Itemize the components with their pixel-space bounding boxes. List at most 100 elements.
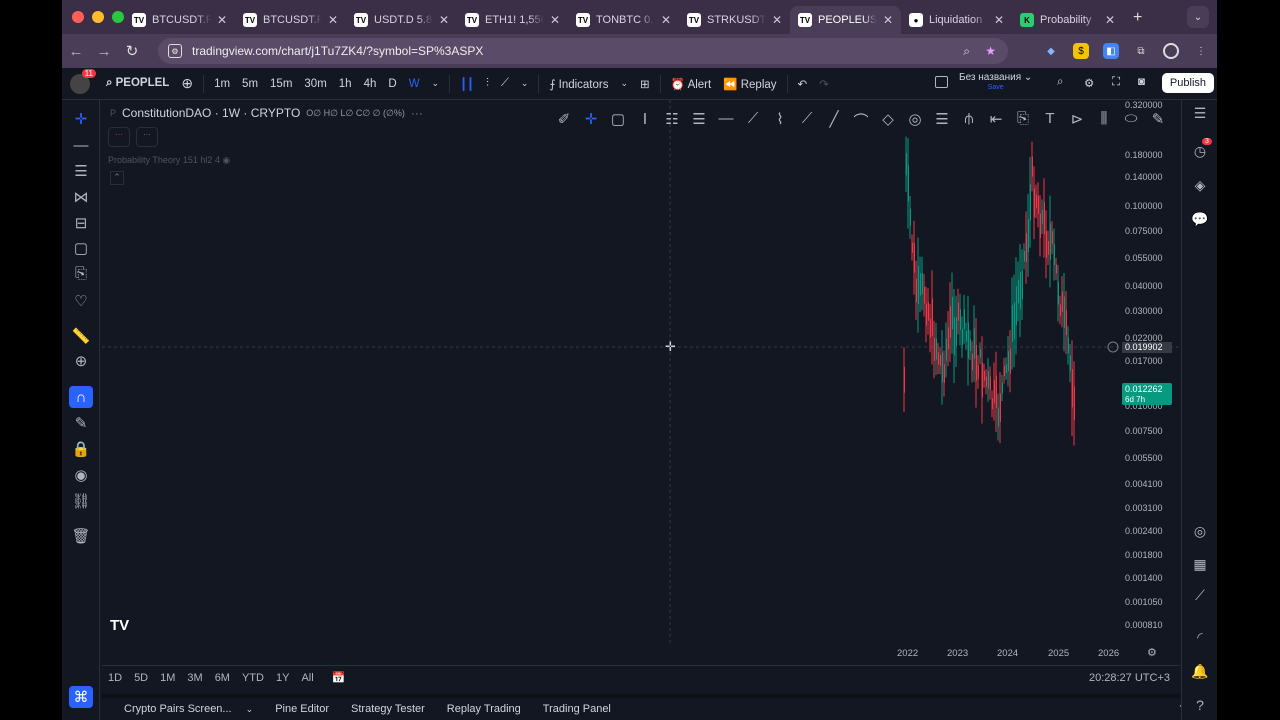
profile-icon[interactable] [1163, 43, 1179, 59]
tab-crypto-pairs-screener[interactable]: Crypto Pairs Screen... ⌄ [102, 703, 264, 715]
replay-button[interactable]: ⏪ Replay [717, 77, 782, 91]
tab-search-chevron-icon[interactable]: ⌄ [1187, 6, 1209, 28]
symbol-search[interactable]: ⌕ PEOPLEL [100, 77, 175, 90]
favorite-heart-icon[interactable]: ♡ [69, 290, 93, 312]
interval-d[interactable]: D [382, 78, 402, 90]
close-tab-icon[interactable]: ✕ [772, 13, 782, 27]
signal-icon[interactable]: ◜ [1189, 626, 1211, 648]
back-arrow-icon[interactable]: ← [62, 43, 90, 60]
range-ytd[interactable]: YTD [236, 672, 270, 684]
interval-chevron-icon[interactable]: ⌄ [426, 78, 446, 89]
text-icon[interactable]: T [1038, 110, 1062, 136]
time-axis[interactable]: 2022 2023 2024 2025 2026 ⚙ [102, 645, 1182, 661]
browser-tab[interactable]: TV BTCUSDT.P ✕ [124, 6, 235, 34]
series-legend[interactable]: P ConstitutionDAO · 1W · CRYPTO O∅ H∅ L∅… [110, 106, 423, 120]
projection-icon[interactable]: ⇤ [984, 110, 1008, 136]
rectangle-icon[interactable]: ▢ [606, 110, 630, 136]
alert-button[interactable]: ⏰ Alert [665, 77, 718, 91]
collapse-legend-chevron-icon[interactable]: ⌃ [110, 171, 124, 185]
browser-tab[interactable]: TV ETH1! 1,556 ✕ [457, 6, 568, 34]
close-tab-icon[interactable]: ✕ [217, 13, 227, 27]
publish-button[interactable]: Publish [1161, 73, 1214, 93]
fib-levels-icon[interactable]: ☰ [687, 110, 711, 136]
range-1m[interactable]: 1M [154, 672, 181, 684]
url-text[interactable]: tradingview.com/chart/j1Tu7ZK4/?symbol=S… [192, 44, 483, 58]
interval-15m[interactable]: 15m [264, 78, 298, 90]
reload-icon[interactable]: ↻ [118, 42, 146, 60]
undo-icon[interactable]: ↶ [792, 77, 814, 91]
zoom-in-icon[interactable]: ⊕ [69, 350, 93, 372]
url-bar[interactable]: ⚙ tradingview.com/chart/j1Tu7ZK4/?symbol… [158, 38, 1008, 64]
fullscreen-icon[interactable]: ⛶ [1112, 76, 1120, 89]
zoom-window-button[interactable] [112, 11, 124, 23]
tab-pine-editor[interactable]: Pine Editor [264, 703, 340, 715]
trend-line-icon[interactable]: ― [69, 134, 93, 156]
watchlist-icon[interactable]: ☰ [1189, 102, 1211, 124]
trash-icon[interactable]: 🗑 [69, 525, 93, 547]
target-icon[interactable]: ◎ [1189, 520, 1211, 542]
range-6m[interactable]: 6M [209, 672, 236, 684]
chevron-down-icon[interactable]: ⌄ [246, 704, 254, 714]
arc-icon[interactable]: ⌒ [849, 110, 873, 136]
range-5d[interactable]: 5D [128, 672, 154, 684]
pine-chart-icon[interactable]: ⟋ [1189, 584, 1211, 606]
new-tab-button[interactable]: + [1123, 9, 1152, 27]
object-tree-icon[interactable]: ⌘ [69, 686, 93, 708]
redo-icon[interactable]: ↷ [813, 77, 835, 91]
pattern-icon[interactable]: ⋈ [69, 186, 93, 208]
extensions-puzzle-icon[interactable]: ⧉ [1133, 43, 1149, 59]
browser-tab-active[interactable]: TVPEOPLEUSDT✕ [790, 6, 901, 34]
range-1d[interactable]: 1D [102, 672, 128, 684]
link-icon[interactable]: ⛓ [69, 490, 93, 512]
ruler-icon[interactable]: 📏 [69, 325, 93, 347]
ray-icon[interactable]: ⟋ [741, 110, 765, 136]
fib-channel-icon[interactable]: ☷ [660, 110, 684, 136]
close-tab-icon[interactable]: ✕ [883, 13, 893, 27]
more-dots-icon[interactable]: ··· [411, 106, 423, 120]
interval-1m[interactable]: 1m [208, 78, 236, 90]
close-tab-icon[interactable]: ✕ [328, 13, 338, 27]
ellipse-icon[interactable]: ⬭ [1119, 110, 1143, 136]
lock-icon[interactable]: 🔒 [69, 438, 93, 460]
arrow-icon[interactable]: ⊳ [1065, 110, 1089, 136]
help-icon[interactable]: ? [1189, 694, 1211, 716]
brush-icon[interactable]: ✐ [552, 110, 576, 136]
close-tab-icon[interactable]: ✕ [661, 13, 671, 27]
candles-icon[interactable]: ┃┃ [454, 77, 480, 91]
chart-type-chevron-icon[interactable]: ⌄ [515, 78, 535, 89]
tab-trading-panel[interactable]: Trading Panel [532, 703, 622, 715]
range-3m[interactable]: 3M [181, 672, 208, 684]
pitchfork-icon[interactable]: ⫛ [957, 110, 981, 136]
close-tab-icon[interactable]: ✕ [550, 13, 560, 27]
close-tab-icon[interactable]: ✕ [1105, 13, 1115, 27]
buy-button[interactable]: … [136, 127, 158, 147]
extension-icon[interactable]: $ [1073, 43, 1089, 59]
stay-drawing-pencil-icon[interactable]: ✎ [69, 412, 93, 434]
templates-grid-icon[interactable]: ⊞ [634, 77, 656, 91]
text-cursor-icon[interactable]: Ⅰ [633, 110, 657, 136]
tab-strategy-tester[interactable]: Strategy Tester [340, 703, 436, 715]
sell-button[interactable]: … [108, 127, 130, 147]
extension-icon[interactable]: ◧ [1103, 43, 1119, 59]
interval-1h[interactable]: 1h [333, 78, 358, 90]
scale-settings-gear-icon[interactable]: ⚙ [1147, 646, 1157, 659]
polyline-icon[interactable]: ⌇ [768, 110, 792, 136]
layout-icon[interactable] [935, 76, 948, 88]
series-title[interactable]: ConstitutionDAO · 1W · CRYPTO [122, 106, 300, 120]
notifications-bell-icon[interactable]: 🔔 [1189, 660, 1211, 682]
range-all[interactable]: All [295, 672, 319, 684]
minimize-window-button[interactable] [92, 11, 104, 23]
annotation-icon[interactable]: ⎘ [69, 262, 93, 284]
crosshair-cursor-icon[interactable]: ✛ [69, 108, 93, 130]
trend-angle-icon[interactable]: ⟋ [795, 110, 819, 136]
tab-replay-trading[interactable]: Replay Trading [436, 703, 532, 715]
hide-eye-icon[interactable]: ◉ [69, 464, 93, 486]
lines-icon[interactable]: ☰ [930, 110, 954, 136]
browser-tab[interactable]: TV BTCUSDT.P ✕ [235, 6, 346, 34]
prediction-icon[interactable]: ⊟ [69, 212, 93, 234]
crosshair-icon[interactable]: ✛ [579, 110, 603, 136]
goto-date-calendar-icon[interactable]: 📅 [326, 671, 352, 684]
bookmark-star-icon[interactable]: ★ [985, 44, 996, 58]
layers-icon[interactable]: ◈ [1189, 174, 1211, 196]
close-tab-icon[interactable]: ✕ [439, 13, 449, 27]
